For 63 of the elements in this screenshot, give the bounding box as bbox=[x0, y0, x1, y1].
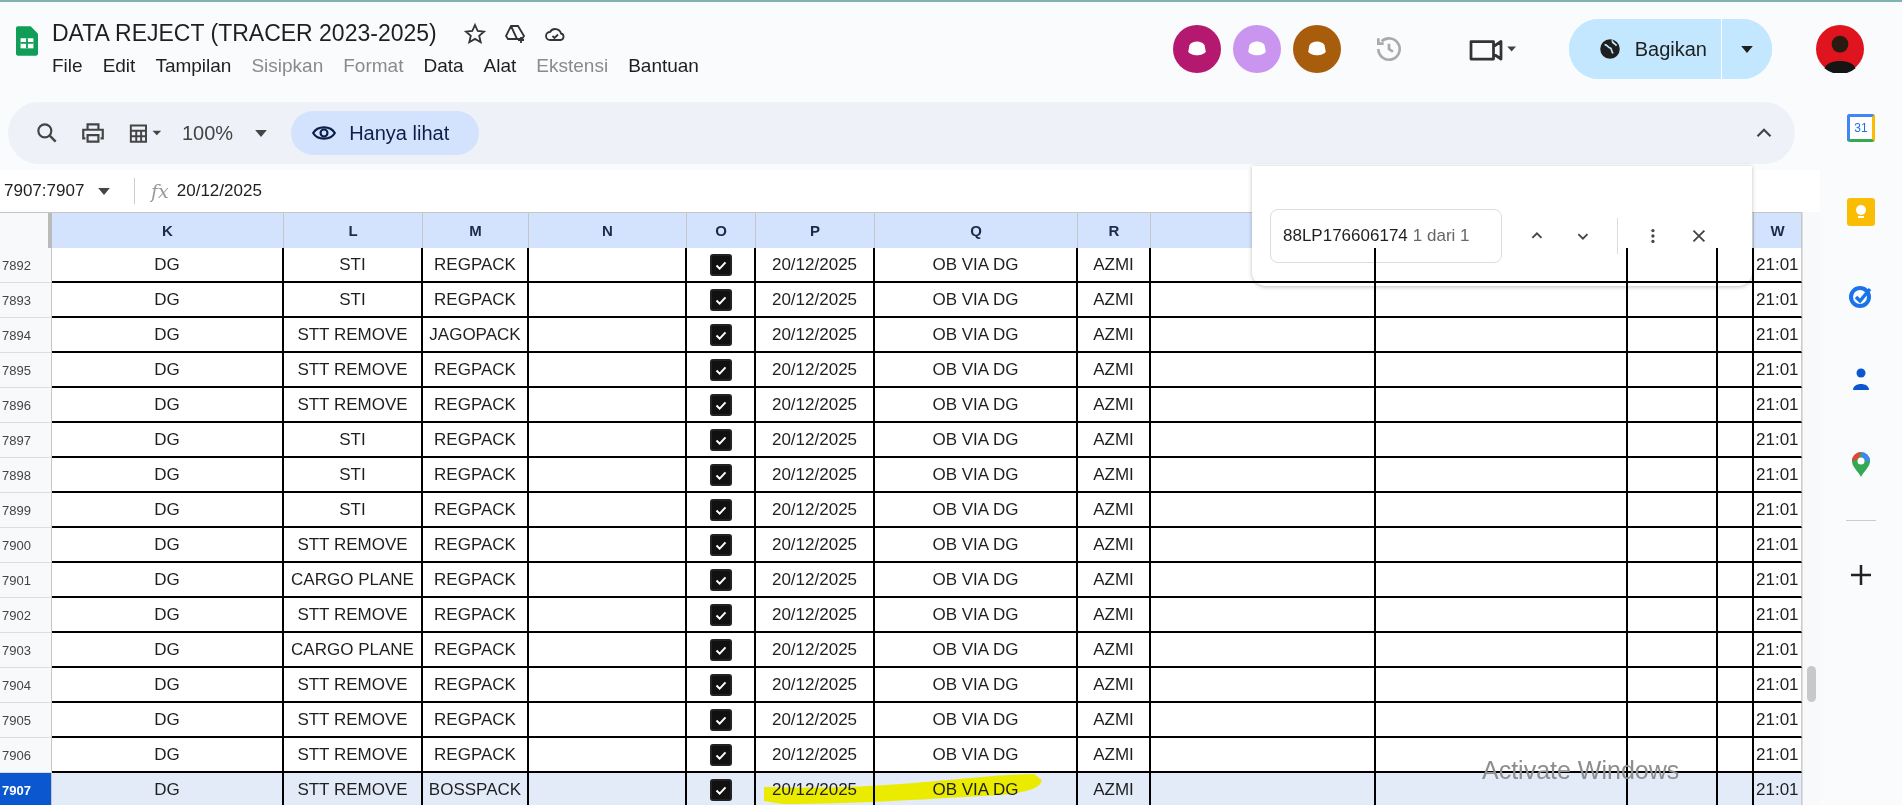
menu-item[interactable]: Bantuan bbox=[628, 55, 699, 77]
share-button[interactable]: Bagikan bbox=[1568, 19, 1722, 79]
menu-item[interactable]: Alat bbox=[483, 55, 517, 77]
row-number[interactable]: 7896 bbox=[0, 388, 52, 423]
checkbox[interactable] bbox=[709, 323, 732, 346]
row-number[interactable]: 7899 bbox=[0, 493, 52, 528]
collaborator-avatar[interactable] bbox=[1292, 25, 1341, 73]
find-query: 88LP176606174 bbox=[1283, 226, 1408, 246]
name-box[interactable]: 7907:7907 bbox=[0, 178, 135, 204]
checkbox[interactable] bbox=[709, 498, 732, 521]
match-count: 1 dari 1 bbox=[1412, 226, 1470, 246]
zoom-select[interactable]: 100% bbox=[182, 121, 268, 145]
sheets-logo-icon[interactable] bbox=[16, 26, 38, 56]
checkbox[interactable] bbox=[709, 603, 732, 626]
caret-icon bbox=[1741, 45, 1753, 53]
checkbox[interactable] bbox=[709, 778, 732, 801]
row-number[interactable]: 7893 bbox=[0, 283, 52, 318]
checkbox[interactable] bbox=[709, 428, 732, 451]
star-icon[interactable] bbox=[462, 21, 487, 46]
row-number[interactable]: 7900 bbox=[0, 528, 52, 563]
menu-item[interactable]: Edit bbox=[102, 55, 136, 77]
row-number[interactable]: 7898 bbox=[0, 458, 52, 493]
user-avatar[interactable] bbox=[1816, 25, 1864, 73]
document-title[interactable]: DATA REJECT (TRACER 2023-2025) bbox=[52, 20, 437, 47]
table-cell: STT REMOVE bbox=[284, 773, 423, 805]
collaborator-avatar[interactable] bbox=[1172, 25, 1221, 73]
checkbox[interactable] bbox=[709, 358, 732, 381]
view-only-button[interactable]: Hanya lihat bbox=[291, 111, 480, 155]
row-number[interactable]: 7892 bbox=[0, 248, 52, 283]
table-cell: AZMI bbox=[1078, 773, 1151, 805]
checkbox[interactable] bbox=[709, 463, 732, 486]
formula-value[interactable]: 20/12/2025 bbox=[176, 181, 262, 201]
row-number[interactable]: 7894 bbox=[0, 318, 52, 353]
checkbox[interactable] bbox=[709, 743, 732, 766]
row-number[interactable]: 7905 bbox=[0, 703, 52, 738]
scrollbar[interactable] bbox=[1802, 212, 1820, 805]
checkbox[interactable] bbox=[709, 253, 732, 276]
row-number[interactable]: 7903 bbox=[0, 633, 52, 668]
row-number[interactable]: 7902 bbox=[0, 598, 52, 633]
function-label: fx bbox=[151, 180, 169, 202]
checkbox[interactable] bbox=[709, 288, 732, 311]
table-cell: DG bbox=[52, 773, 284, 805]
checkbox[interactable] bbox=[709, 673, 732, 696]
row-number[interactable]: 7904 bbox=[0, 668, 52, 703]
checkbox[interactable] bbox=[709, 393, 732, 416]
row-number[interactable]: 7901 bbox=[0, 563, 52, 598]
row-number[interactable]: 7907 bbox=[0, 773, 52, 805]
checkbox[interactable] bbox=[709, 638, 732, 661]
row-number[interactable]: 7897 bbox=[0, 423, 52, 458]
table-cell: BOSSPACK bbox=[423, 773, 529, 805]
row-number[interactable]: 7906 bbox=[0, 738, 52, 773]
print-icon[interactable] bbox=[80, 120, 106, 146]
menu-item[interactable]: Tampilan bbox=[155, 55, 232, 77]
calendar-icon[interactable]: 31 bbox=[1847, 114, 1875, 142]
caret-icon bbox=[98, 187, 111, 195]
caret-icon bbox=[255, 129, 268, 137]
menu-item[interactable]: File bbox=[52, 55, 83, 77]
menu-item[interactable]: Data bbox=[423, 55, 464, 77]
checkbox[interactable] bbox=[709, 533, 732, 556]
checkbox[interactable] bbox=[709, 708, 732, 731]
find-field[interactable]: 88LP176606174 1 dari 1 bbox=[1270, 209, 1502, 263]
row-number[interactable]: 7895 bbox=[0, 353, 52, 388]
checkbox[interactable] bbox=[709, 568, 732, 591]
